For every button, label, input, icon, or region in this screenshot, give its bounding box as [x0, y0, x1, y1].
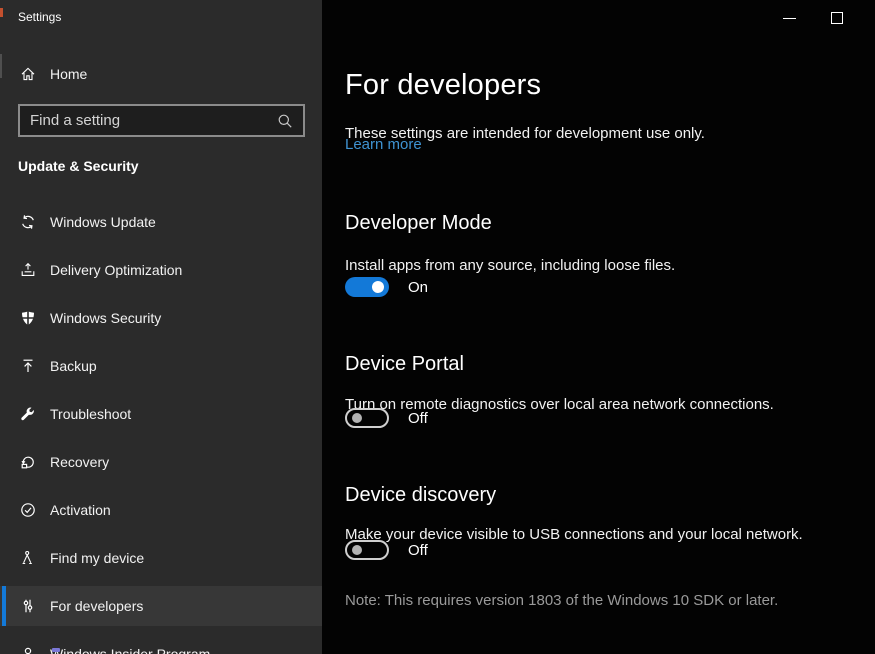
recovery-icon	[20, 454, 36, 470]
minimize-icon	[782, 17, 796, 19]
toggle-knob	[372, 281, 384, 293]
sidebar-item-activation[interactable]: Activation	[0, 490, 322, 530]
sidebar-item-find-my-device[interactable]: Find my device	[0, 538, 322, 578]
toggle-state-label: On	[408, 278, 429, 296]
search-icon	[277, 113, 293, 129]
developer-mode-toggle[interactable]	[345, 277, 389, 297]
sidebar-item-label: For developers	[50, 598, 144, 614]
developer-mode-toggle-row: On	[345, 277, 428, 297]
section-heading-developer-mode: Developer Mode	[345, 211, 492, 234]
screen-edge-artifact	[0, 8, 3, 17]
check-circle-icon	[20, 502, 36, 518]
sidebar-item-backup[interactable]: Backup	[0, 346, 322, 386]
sidebar-section-header: Update & Security	[18, 158, 139, 174]
sidebar-item-for-developers[interactable]: For developers	[0, 586, 322, 626]
sdk-note: Note: This requires version 1803 of the …	[345, 592, 779, 609]
sidebar-item-label: Activation	[50, 502, 111, 518]
device-portal-toggle[interactable]	[345, 408, 389, 428]
device-portal-toggle-row: Off	[345, 408, 428, 428]
maximize-button[interactable]	[822, 3, 852, 33]
sidebar-item-recovery[interactable]: Recovery	[0, 442, 322, 482]
shield-icon	[20, 310, 36, 326]
sidebar-item-troubleshoot[interactable]: Troubleshoot	[0, 394, 322, 434]
sidebar-item-home[interactable]: Home	[0, 54, 322, 94]
screen-edge-artifact	[0, 54, 2, 78]
sidebar-item-windows-update[interactable]: Windows Update	[0, 202, 322, 242]
device-discovery-toggle-row: Off	[345, 540, 428, 560]
sync-icon	[20, 214, 36, 230]
sidebar-item-windows-security[interactable]: Windows Security	[0, 298, 322, 338]
device-discovery-toggle[interactable]	[345, 540, 389, 560]
toggle-knob	[352, 413, 362, 423]
sidebar: Settings Home Update & Security	[0, 0, 322, 654]
map-pin-icon	[20, 550, 36, 566]
wrench-icon	[20, 406, 36, 422]
sidebar-item-label: Delivery Optimization	[50, 262, 183, 278]
sidebar-item-label: Windows Update	[50, 214, 156, 230]
screen-edge-artifact	[52, 648, 60, 652]
page-title: For developers	[345, 69, 542, 102]
backup-icon	[20, 358, 36, 374]
person-icon	[20, 646, 36, 654]
learn-more-link[interactable]: Learn more	[345, 136, 422, 153]
sidebar-item-windows-insider-cutoff[interactable]: Windows Insider Program	[0, 634, 322, 654]
window-title: Settings	[18, 10, 62, 24]
sidebar-item-label: Backup	[50, 358, 97, 374]
section-description: Install apps from any source, including …	[345, 257, 676, 274]
sidebar-item-label: Windows Security	[50, 310, 162, 326]
section-heading-device-discovery: Device discovery	[345, 483, 497, 506]
sidebar-item-label: Troubleshoot	[50, 406, 132, 422]
sidebar-item-label: Recovery	[50, 454, 110, 470]
developer-icon	[20, 598, 36, 614]
delivery-icon	[20, 262, 36, 278]
settings-window: Settings Home Update & Security	[0, 0, 875, 654]
search-input[interactable]	[20, 106, 277, 135]
sidebar-item-delivery-optimization[interactable]: Delivery Optimization	[0, 250, 322, 290]
toggle-state-label: Off	[408, 409, 428, 427]
main-content: For developers These settings are intend…	[322, 0, 875, 654]
minimize-button[interactable]	[774, 3, 804, 33]
toggle-state-label: Off	[408, 541, 428, 559]
section-heading-device-portal: Device Portal	[345, 352, 464, 375]
maximize-icon	[831, 12, 843, 24]
search-box	[18, 104, 305, 137]
sidebar-item-label: Home	[50, 66, 88, 82]
sidebar-item-label: Find my device	[50, 550, 145, 566]
toggle-knob	[352, 545, 362, 555]
sidebar-nav: Windows Update Delivery Optimization Win…	[0, 202, 322, 654]
home-icon	[20, 66, 36, 82]
sidebar-item-label: Windows Insider Program	[50, 646, 211, 654]
